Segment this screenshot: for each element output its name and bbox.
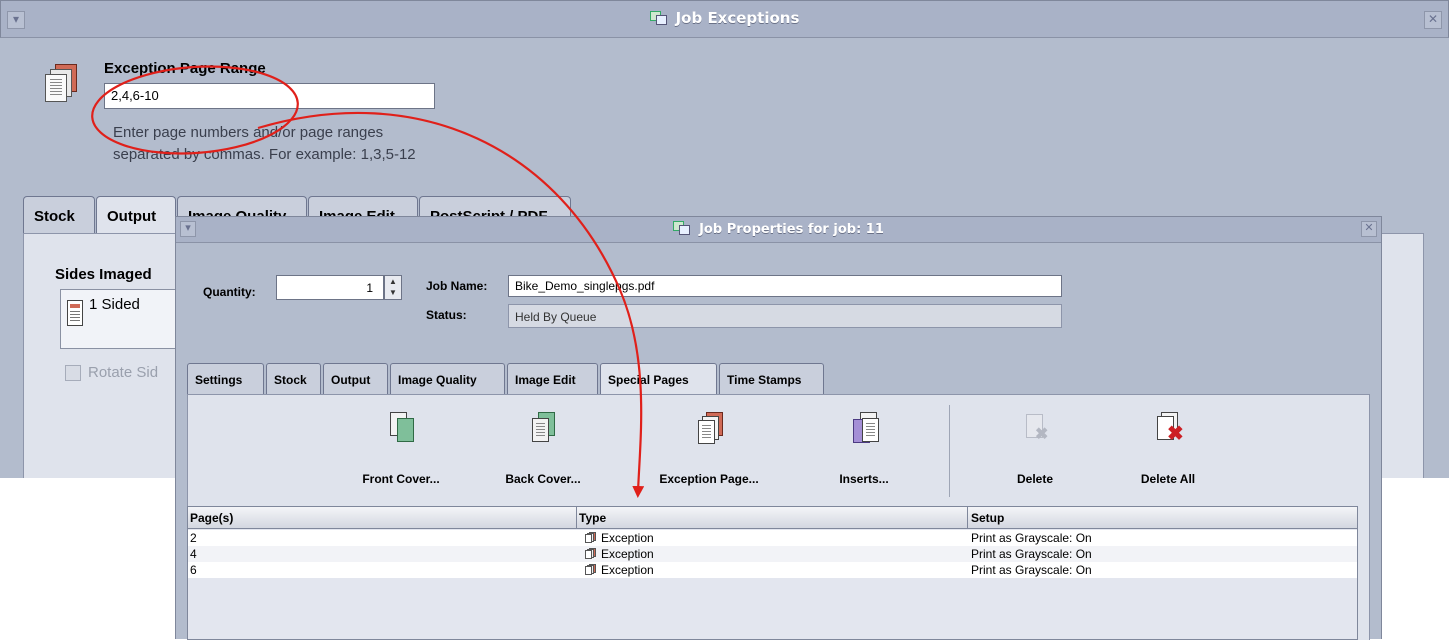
job-icon xyxy=(649,11,668,25)
exception-page-button[interactable]: Exception Page... xyxy=(654,412,764,486)
title-bar: ▾ Job Exceptions ✕ xyxy=(0,0,1449,38)
job-icon xyxy=(673,221,691,235)
column-header-pages[interactable]: Page(s) xyxy=(190,511,233,525)
tab-stock[interactable]: Stock xyxy=(266,363,321,395)
tab-image-edit[interactable]: Image Edit xyxy=(507,363,598,395)
job-name-field[interactable]: Bike_Demo_singlepgs.pdf xyxy=(508,275,1062,297)
front-cover-icon xyxy=(386,412,416,446)
exception-icon xyxy=(585,548,597,559)
tab-output[interactable]: Output xyxy=(96,196,176,234)
cell-setup: Print as Grayscale: On xyxy=(971,547,1092,561)
cell-pages: 6 xyxy=(190,563,197,577)
quantity-stepper[interactable]: ▲ ▼ xyxy=(384,275,402,300)
range-hint-line1: Enter page numbers and/or page ranges xyxy=(113,124,384,141)
special-pages-table[interactable]: Page(s) Type Setup 2 Exception Print as … xyxy=(187,506,1358,640)
close-button[interactable]: ✕ xyxy=(1361,221,1377,237)
window-title: Job Properties for job: 11 xyxy=(176,221,1381,237)
inserts-icon xyxy=(849,412,879,446)
cell-pages: 2 xyxy=(190,531,197,545)
cell-type: Exception xyxy=(585,531,654,545)
cell-setup: Print as Grayscale: On xyxy=(971,531,1092,545)
one-sided-icon xyxy=(67,300,83,326)
rotate-sides-checkbox[interactable] xyxy=(65,365,81,381)
table-row[interactable]: 4 Exception Print as Grayscale: On xyxy=(188,546,1357,562)
tab-time-stamps[interactable]: Time Stamps xyxy=(719,363,824,395)
cell-setup: Print as Grayscale: On xyxy=(971,563,1092,577)
back-cover-icon xyxy=(528,412,558,446)
exception-range-label: Exception Page Range xyxy=(104,60,266,77)
delete-all-label: Delete All xyxy=(1140,472,1196,486)
delete-all-button[interactable]: ✖ Delete All xyxy=(1113,412,1223,486)
status-label: Status: xyxy=(426,308,467,322)
tab-stock[interactable]: Stock xyxy=(23,196,95,234)
quantity-input[interactable]: 1 xyxy=(276,275,384,300)
status-field: Held By Queue xyxy=(508,304,1062,328)
exception-page-label: Exception Page... xyxy=(659,472,759,486)
delete-button[interactable]: ✖ Delete xyxy=(980,412,1090,486)
rotate-sides-label: Rotate Sid xyxy=(88,364,159,381)
column-header-type[interactable]: Type xyxy=(579,511,606,525)
title-bar: ▾ Job Properties for job: 11 ✕ xyxy=(176,217,1381,243)
back-cover-button[interactable]: Back Cover... xyxy=(488,412,598,486)
tab-settings[interactable]: Settings xyxy=(187,363,264,395)
delete-all-icon: ✖ xyxy=(1153,412,1184,446)
sides-imaged-label: Sides Imaged xyxy=(55,266,152,283)
cell-type: Exception xyxy=(585,547,654,561)
exception-page-icon xyxy=(694,412,724,446)
cell-type: Exception xyxy=(585,563,654,577)
quantity-label: Quantity: xyxy=(203,285,256,299)
exception-pages-icon xyxy=(45,64,79,104)
tab-special-pages[interactable]: Special Pages xyxy=(600,363,717,396)
job-properties-window: ▾ Job Properties for job: 11 ✕ Quantity:… xyxy=(175,216,1382,640)
sides-option[interactable]: 1 Sided xyxy=(89,296,140,313)
delete-label: Delete xyxy=(1016,472,1054,486)
tab-image-quality[interactable]: Image Quality xyxy=(390,363,505,395)
front-cover-button[interactable]: Front Cover... xyxy=(346,412,456,486)
table-header: Page(s) Type Setup xyxy=(188,507,1357,529)
column-header-setup[interactable]: Setup xyxy=(971,511,1004,525)
back-cover-label: Back Cover... xyxy=(505,472,581,486)
inserts-label: Inserts... xyxy=(839,472,889,486)
inserts-button[interactable]: Inserts... xyxy=(809,412,919,486)
window-title: Job Exceptions xyxy=(1,9,1448,27)
table-row[interactable]: 6 Exception Print as Grayscale: On xyxy=(188,562,1357,578)
tab-output[interactable]: Output xyxy=(323,363,388,395)
exception-icon xyxy=(585,564,597,575)
range-hint-line2: separated by commas. For example: 1,3,5-… xyxy=(113,146,416,163)
delete-icon: ✖ xyxy=(1020,412,1050,446)
job-name-label: Job Name: xyxy=(426,279,488,293)
front-cover-label: Front Cover... xyxy=(362,472,440,486)
exception-icon xyxy=(585,532,597,543)
exception-range-input[interactable]: 2,4,6-10 xyxy=(104,83,435,109)
cell-pages: 4 xyxy=(190,547,197,561)
table-row[interactable]: 2 Exception Print as Grayscale: On xyxy=(188,530,1357,546)
toolbar-separator xyxy=(949,405,950,497)
close-button[interactable]: ✕ xyxy=(1424,11,1442,29)
